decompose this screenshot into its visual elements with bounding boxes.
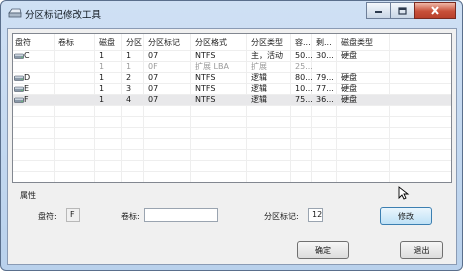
- volume-label-label: 卷标:: [121, 212, 140, 221]
- minimize-button[interactable]: [366, 2, 391, 19]
- cell-format: NTFS: [195, 51, 216, 60]
- cell-part: 4: [126, 95, 132, 104]
- cell-free: 77...: [316, 84, 334, 93]
- cell-drive: D: [24, 73, 31, 82]
- cell-type: 逻辑: [251, 95, 267, 104]
- cell-format: 扩展 LBA: [195, 62, 229, 71]
- column-header[interactable]: 分区格式: [195, 38, 227, 48]
- column-header[interactable]: 盘符: [15, 38, 31, 48]
- close-button[interactable]: [414, 2, 456, 19]
- cell-mark: 07: [148, 84, 159, 93]
- cell-free: 79...: [316, 73, 334, 82]
- grid-line: [13, 138, 451, 139]
- drive-app-icon: [8, 8, 22, 18]
- cell-part: 3: [126, 84, 132, 93]
- title-bar[interactable]: 分区标记修改工具: [1, 1, 462, 27]
- cell-cap: 10...: [295, 84, 313, 93]
- hard-drive-icon: [14, 86, 24, 92]
- cell-drive: C: [24, 51, 30, 60]
- partition-table[interactable]: 盘符 卷标 磁盘 分区 分区标记 分区格式 分区类型 容... 剩... 磁盘类型 C 1 1 07 NT…: [12, 33, 452, 183]
- cell-disk: 1: [99, 84, 105, 93]
- table-row[interactable]: C 1 1 07 NTFS 主，活动 50... 30... 硬盘: [13, 51, 451, 61]
- cell-disk: 1: [99, 51, 105, 60]
- cell-dtype: 硬盘: [341, 51, 357, 60]
- grid-line: [13, 127, 451, 128]
- window-title: 分区标记修改工具: [25, 10, 102, 21]
- client-area: 盘符 卷标 磁盘 分区 分区标记 分区格式 分区类型 容... 剩... 磁盘类型 C 1 1 07 NT…: [7, 28, 457, 265]
- cell-type: 扩展: [251, 62, 267, 71]
- cell-mark: 07: [148, 95, 159, 104]
- drive-letter-label: 盘符:: [38, 212, 57, 221]
- grid-line: [13, 182, 451, 183]
- maximize-button[interactable]: [390, 2, 415, 19]
- column-header[interactable]: 分区类型: [251, 38, 283, 48]
- cell-mark: 0F: [148, 62, 158, 71]
- properties-title: 属性: [20, 191, 36, 200]
- column-header[interactable]: 剩...: [316, 38, 332, 48]
- cell-free: 30...: [316, 51, 334, 60]
- cell-disk: 1: [99, 73, 105, 82]
- app-window: 分区标记修改工具 盘符 卷标 磁盘 分区 分区标记 分区格式 分区类型 容... 剩... 磁盘类…: [0, 0, 463, 271]
- exit-button[interactable]: 退出: [400, 241, 443, 259]
- cell-type: 主，活动: [251, 51, 283, 60]
- cell-dtype: 硬盘: [341, 95, 357, 104]
- column-header[interactable]: 磁盘: [99, 38, 115, 48]
- table-row[interactable]: D 1 2 07 NTFS 逻辑 80... 79... 硬盘: [13, 73, 451, 83]
- column-header[interactable]: 分区标记: [148, 38, 180, 48]
- ok-button[interactable]: 确定: [297, 241, 349, 259]
- cell-disk: 1: [99, 62, 105, 71]
- mouse-cursor-icon: [398, 186, 410, 200]
- cell-dtype: 硬盘: [341, 84, 357, 93]
- cell-part: 2: [126, 73, 132, 82]
- column-header[interactable]: 分区: [126, 38, 142, 48]
- grid-line: [13, 149, 451, 150]
- minimize-icon: [375, 10, 382, 13]
- drive-letter-field: F: [66, 208, 80, 222]
- grid-line: [13, 105, 451, 106]
- grid-line: [13, 171, 451, 172]
- column-header[interactable]: 容...: [295, 38, 311, 48]
- table-row[interactable]: E 1 3 07 NTFS 逻辑 10... 77... 硬盘: [13, 84, 451, 94]
- cell-drive: F: [24, 95, 29, 104]
- cell-cap: 50...: [295, 51, 313, 60]
- column-header[interactable]: 磁盘类型: [341, 38, 373, 48]
- table-header: 盘符 卷标 磁盘 分区 分区标记 分区格式 分区类型 容... 剩... 磁盘类型: [13, 38, 451, 48]
- cell-type: 逻辑: [251, 73, 267, 82]
- table-row[interactable]: F 1 4 07 NTFS 逻辑 75... 36... 硬盘: [13, 95, 451, 105]
- partition-mark-label: 分区标记:: [264, 212, 299, 221]
- cell-part: 1: [126, 62, 132, 71]
- hard-drive-icon: [14, 53, 24, 59]
- cell-disk: 1: [99, 95, 105, 104]
- partition-mark-input[interactable]: 12: [308, 208, 323, 222]
- cell-format: NTFS: [195, 73, 216, 82]
- grid-line: [13, 116, 451, 117]
- cell-cap: 75...: [295, 95, 313, 104]
- close-icon: [431, 6, 439, 15]
- cell-format: NTFS: [195, 84, 216, 93]
- cell-dtype: 硬盘: [341, 73, 357, 82]
- cell-format: NTFS: [195, 95, 216, 104]
- cell-cap: 25...: [295, 62, 313, 71]
- maximize-icon: [398, 6, 407, 15]
- grid-line: [13, 160, 451, 161]
- cell-drive: E: [24, 84, 30, 93]
- volume-label-input[interactable]: [144, 208, 218, 222]
- cell-cap: 80...: [295, 73, 313, 82]
- modify-button[interactable]: 修改: [380, 207, 432, 225]
- column-header[interactable]: 卷标: [58, 38, 74, 48]
- hard-drive-icon: [14, 97, 24, 103]
- table-row[interactable]: 1 1 0F 扩展 LBA 扩展 25...: [13, 62, 451, 72]
- hard-drive-icon: [14, 75, 24, 81]
- cell-free: 36...: [316, 95, 334, 104]
- cell-part: 1: [126, 51, 132, 60]
- cell-type: 逻辑: [251, 84, 267, 93]
- cell-mark: 07: [148, 51, 159, 60]
- cell-mark: 07: [148, 73, 159, 82]
